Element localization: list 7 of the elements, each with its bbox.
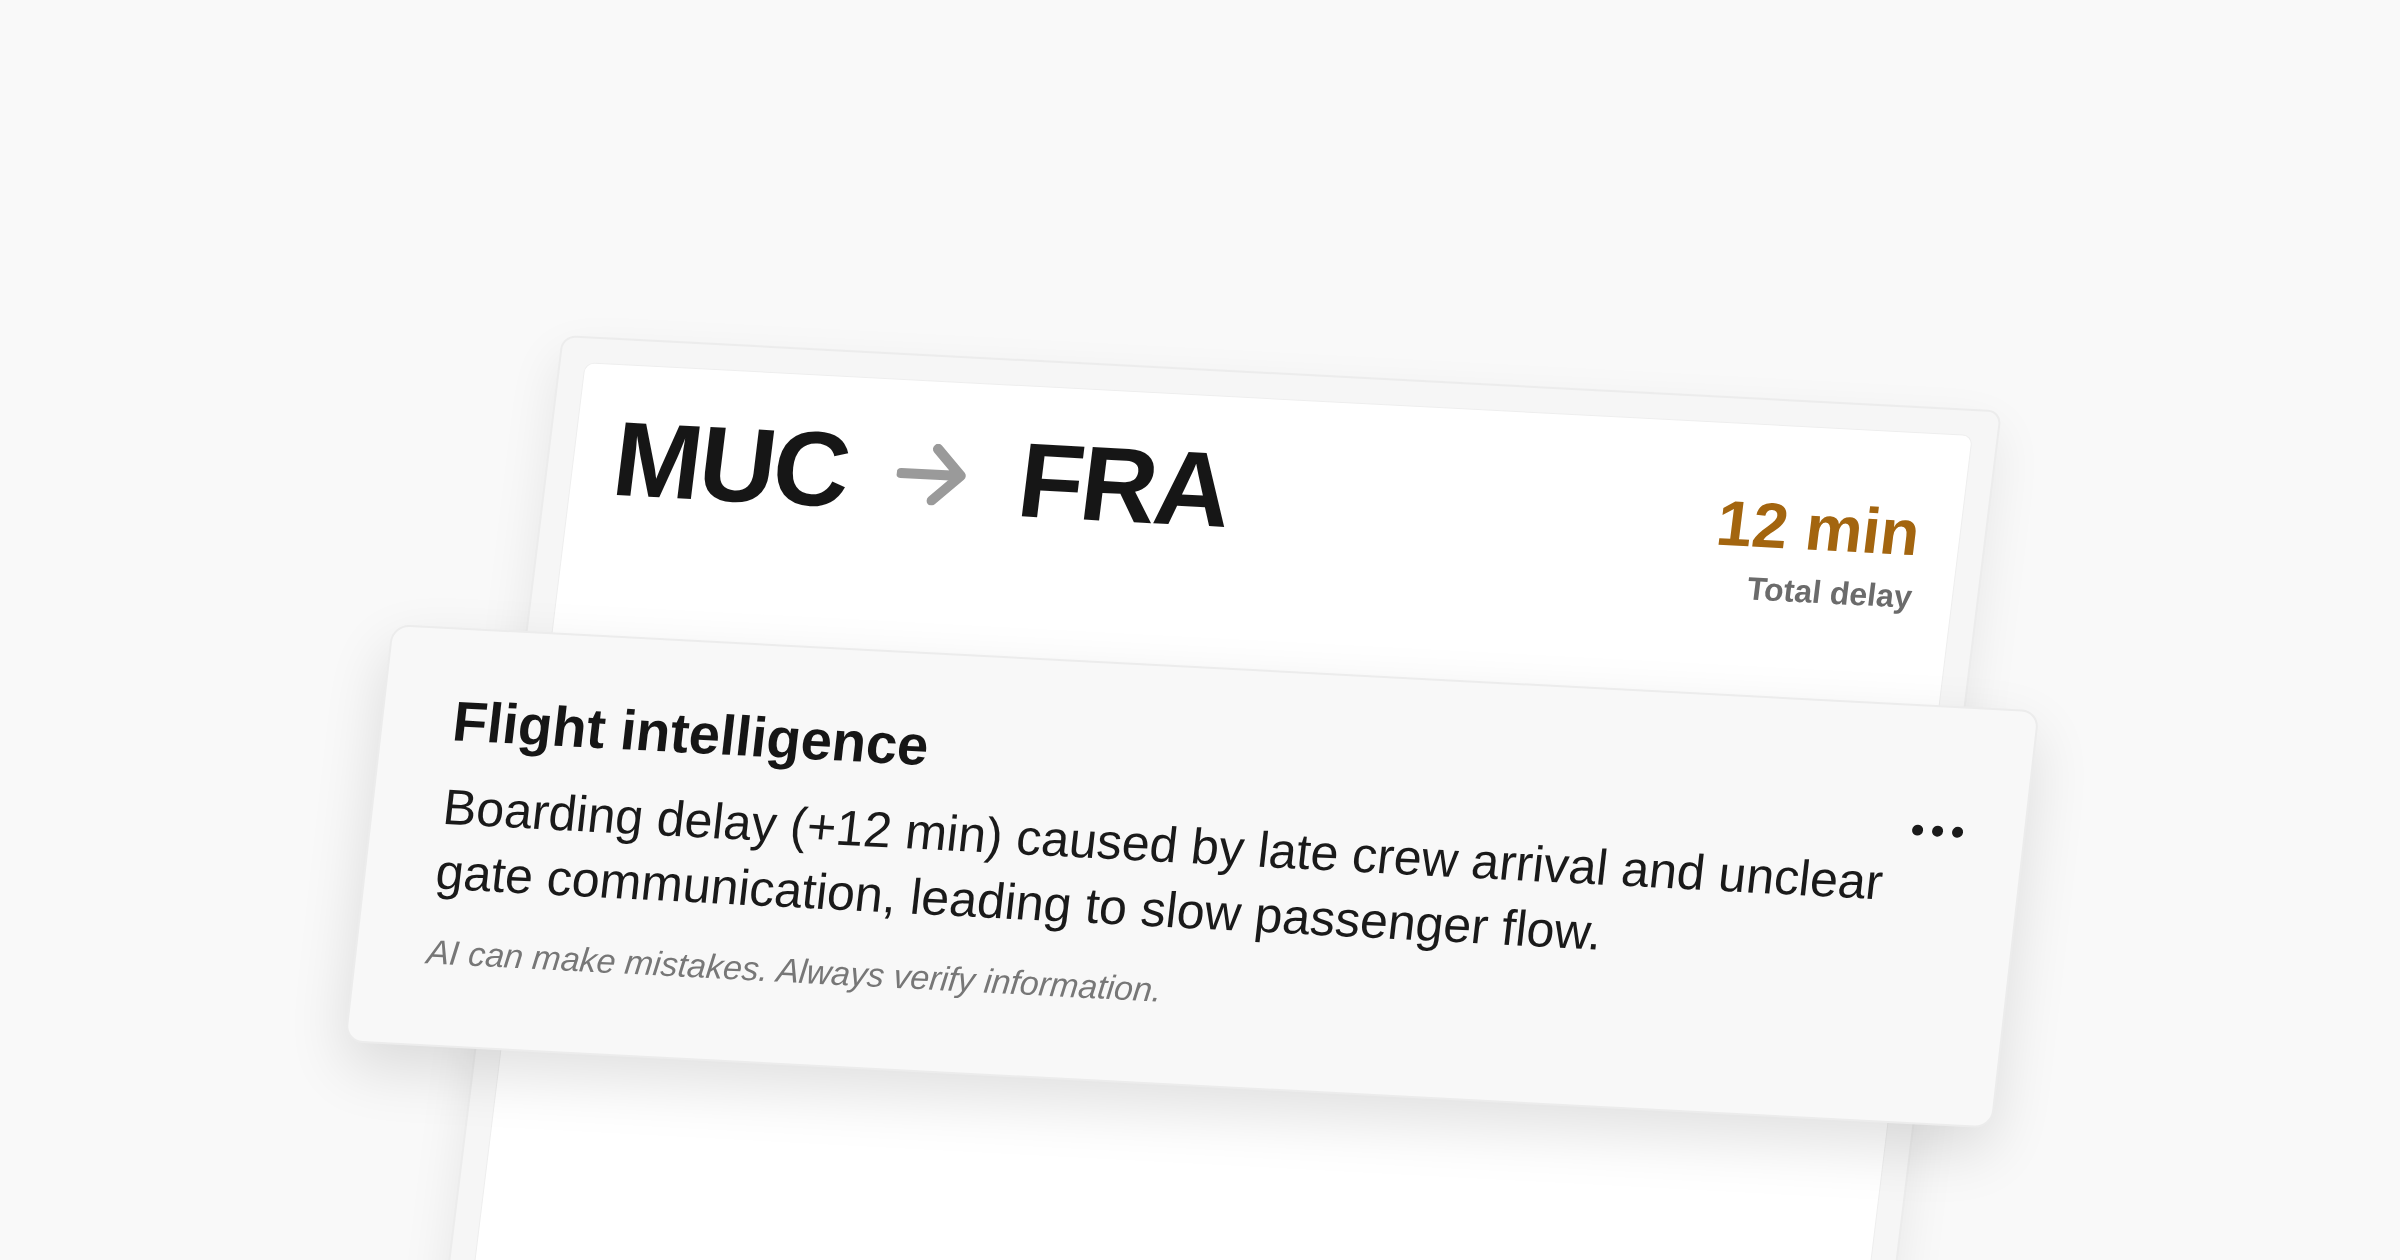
disclaimer-text: AI can make mistakes. Always verify information. (424, 932, 1165, 1011)
more-icon[interactable] (1910, 823, 1965, 839)
origin-code: MUC (607, 405, 854, 523)
delay-label: Total delay (1744, 569, 1915, 617)
destination-code: FRA (1012, 426, 1236, 543)
delay-value: 12 min (1713, 490, 1924, 566)
insight-title: Flight intelligence (448, 688, 934, 780)
